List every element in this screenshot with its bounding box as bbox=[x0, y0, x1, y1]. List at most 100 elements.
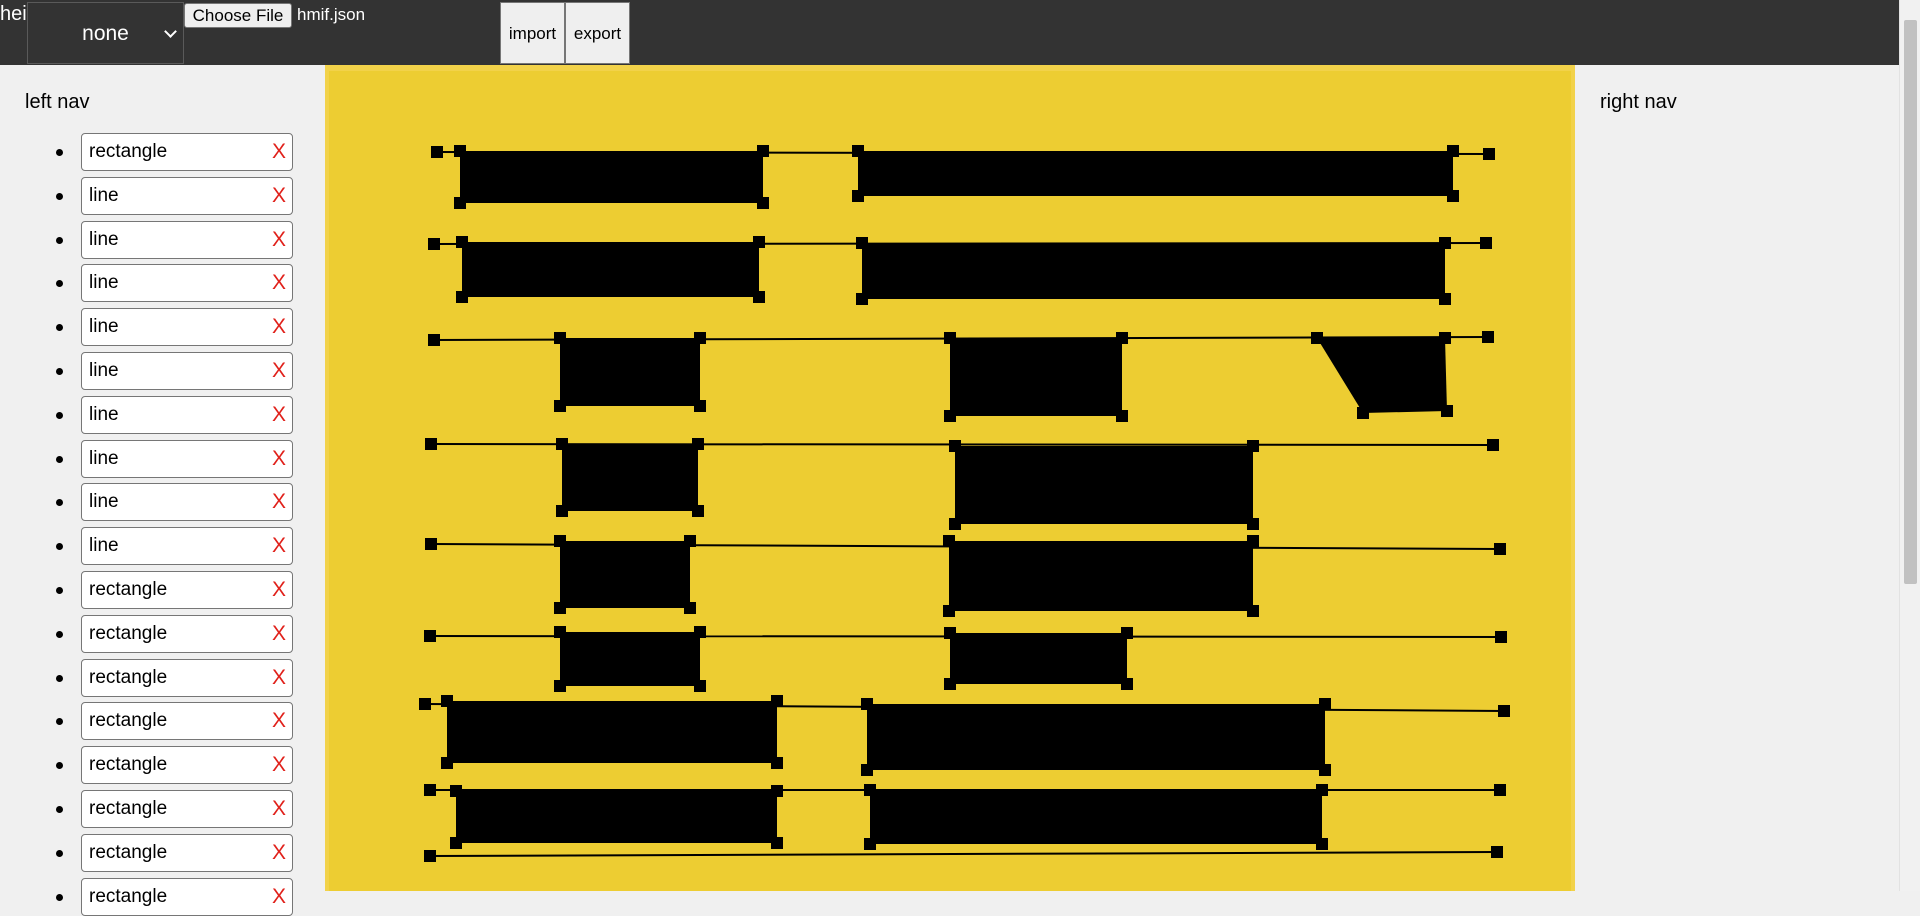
resize-handle[interactable] bbox=[554, 626, 566, 638]
remove-shape-button[interactable]: X bbox=[272, 228, 286, 252]
resize-handle[interactable] bbox=[1439, 293, 1451, 305]
resize-handle[interactable] bbox=[1116, 332, 1128, 344]
remove-shape-button[interactable]: X bbox=[272, 666, 286, 690]
resize-handle[interactable] bbox=[856, 237, 868, 249]
resize-handle[interactable] bbox=[757, 145, 769, 157]
resize-handle[interactable] bbox=[1311, 332, 1323, 344]
rectangle-shape[interactable] bbox=[560, 338, 700, 406]
shape-item-field[interactable]: rectangle X bbox=[81, 614, 293, 653]
resize-handle[interactable] bbox=[441, 757, 453, 769]
resize-handle[interactable] bbox=[1494, 543, 1506, 555]
drawing-canvas[interactable] bbox=[329, 71, 1571, 891]
remove-shape-button[interactable]: X bbox=[272, 490, 286, 514]
shape-type-select[interactable]: none bbox=[27, 2, 184, 64]
resize-handle[interactable] bbox=[1316, 838, 1328, 850]
rectangle-shape[interactable] bbox=[950, 338, 1122, 416]
remove-shape-button[interactable]: X bbox=[272, 184, 286, 208]
resize-handle[interactable] bbox=[1247, 535, 1259, 547]
resize-handle[interactable] bbox=[949, 518, 961, 530]
resize-handle[interactable] bbox=[1441, 405, 1453, 417]
import-button[interactable]: import bbox=[500, 2, 565, 64]
resize-handle[interactable] bbox=[556, 438, 568, 450]
resize-handle[interactable] bbox=[1483, 148, 1495, 160]
remove-shape-button[interactable]: X bbox=[272, 534, 286, 558]
rectangle-shape[interactable] bbox=[870, 790, 1322, 844]
resize-handle[interactable] bbox=[694, 332, 706, 344]
shape-item-field[interactable]: line X bbox=[81, 176, 293, 215]
resize-handle[interactable] bbox=[684, 535, 696, 547]
line-shape[interactable] bbox=[429, 851, 1498, 857]
rectangle-shape[interactable] bbox=[955, 446, 1253, 524]
resize-handle[interactable] bbox=[450, 837, 462, 849]
remove-shape-button[interactable]: X bbox=[272, 359, 286, 383]
resize-handle[interactable] bbox=[692, 505, 704, 517]
shape-item-field[interactable]: rectangle X bbox=[81, 877, 293, 916]
remove-shape-button[interactable]: X bbox=[272, 403, 286, 427]
resize-handle[interactable] bbox=[556, 505, 568, 517]
shape-item-field[interactable]: line X bbox=[81, 483, 293, 522]
shape-item-field[interactable]: line X bbox=[81, 395, 293, 434]
shape-item-field[interactable]: rectangle X bbox=[81, 746, 293, 785]
resize-handle[interactable] bbox=[944, 678, 956, 690]
resize-handle[interactable] bbox=[684, 602, 696, 614]
remove-shape-button[interactable]: X bbox=[272, 140, 286, 164]
resize-handle[interactable] bbox=[1487, 439, 1499, 451]
resize-handle[interactable] bbox=[419, 698, 431, 710]
resize-handle[interactable] bbox=[554, 332, 566, 344]
choose-file-button[interactable]: Choose File bbox=[184, 3, 292, 28]
resize-handle[interactable] bbox=[864, 784, 876, 796]
rectangle-shape[interactable] bbox=[456, 791, 777, 843]
resize-handle[interactable] bbox=[694, 400, 706, 412]
polygon-shape[interactable] bbox=[1317, 338, 1447, 413]
resize-handle[interactable] bbox=[861, 764, 873, 776]
rectangle-shape[interactable] bbox=[447, 701, 777, 763]
shape-item-field[interactable]: line X bbox=[81, 352, 293, 390]
resize-handle[interactable] bbox=[771, 785, 783, 797]
resize-handle[interactable] bbox=[943, 535, 955, 547]
remove-shape-button[interactable]: X bbox=[272, 315, 286, 339]
resize-handle[interactable] bbox=[1247, 518, 1259, 530]
resize-handle[interactable] bbox=[864, 838, 876, 850]
resize-handle[interactable] bbox=[944, 410, 956, 422]
resize-handle[interactable] bbox=[694, 680, 706, 692]
rectangle-shape[interactable] bbox=[950, 633, 1127, 684]
resize-handle[interactable] bbox=[1357, 407, 1369, 419]
resize-handle[interactable] bbox=[554, 400, 566, 412]
rectangle-shape[interactable] bbox=[560, 632, 700, 686]
resize-handle[interactable] bbox=[1491, 846, 1503, 858]
resize-handle[interactable] bbox=[454, 145, 466, 157]
resize-handle[interactable] bbox=[1439, 332, 1451, 344]
resize-handle[interactable] bbox=[1480, 237, 1492, 249]
resize-handle[interactable] bbox=[454, 197, 466, 209]
shape-item-field[interactable]: rectangle X bbox=[81, 702, 293, 741]
rectangle-shape[interactable] bbox=[858, 151, 1453, 196]
resize-handle[interactable] bbox=[1121, 627, 1133, 639]
resize-handle[interactable] bbox=[428, 334, 440, 346]
remove-shape-button[interactable]: X bbox=[272, 622, 286, 646]
resize-handle[interactable] bbox=[1498, 705, 1510, 717]
resize-handle[interactable] bbox=[424, 850, 436, 862]
resize-handle[interactable] bbox=[424, 784, 436, 796]
resize-handle[interactable] bbox=[856, 293, 868, 305]
resize-handle[interactable] bbox=[771, 757, 783, 769]
shape-item-field[interactable]: rectangle X bbox=[81, 571, 293, 609]
rectangle-shape[interactable] bbox=[562, 444, 698, 511]
rectangle-shape[interactable] bbox=[560, 541, 690, 608]
rectangle-shape[interactable] bbox=[460, 151, 763, 203]
resize-handle[interactable] bbox=[1482, 331, 1494, 343]
resize-handle[interactable] bbox=[949, 440, 961, 452]
resize-handle[interactable] bbox=[554, 535, 566, 547]
resize-handle[interactable] bbox=[1319, 764, 1331, 776]
scrollbar-thumb[interactable] bbox=[1904, 20, 1917, 584]
resize-handle[interactable] bbox=[425, 438, 437, 450]
resize-handle[interactable] bbox=[1116, 410, 1128, 422]
resize-handle[interactable] bbox=[441, 695, 453, 707]
resize-handle[interactable] bbox=[1447, 190, 1459, 202]
page-scrollbar[interactable] bbox=[1899, 0, 1920, 891]
resize-handle[interactable] bbox=[456, 291, 468, 303]
resize-handle[interactable] bbox=[1495, 631, 1507, 643]
shape-item-field[interactable]: rectangle X bbox=[81, 790, 293, 828]
resize-handle[interactable] bbox=[771, 695, 783, 707]
resize-handle[interactable] bbox=[554, 680, 566, 692]
resize-handle[interactable] bbox=[450, 785, 462, 797]
